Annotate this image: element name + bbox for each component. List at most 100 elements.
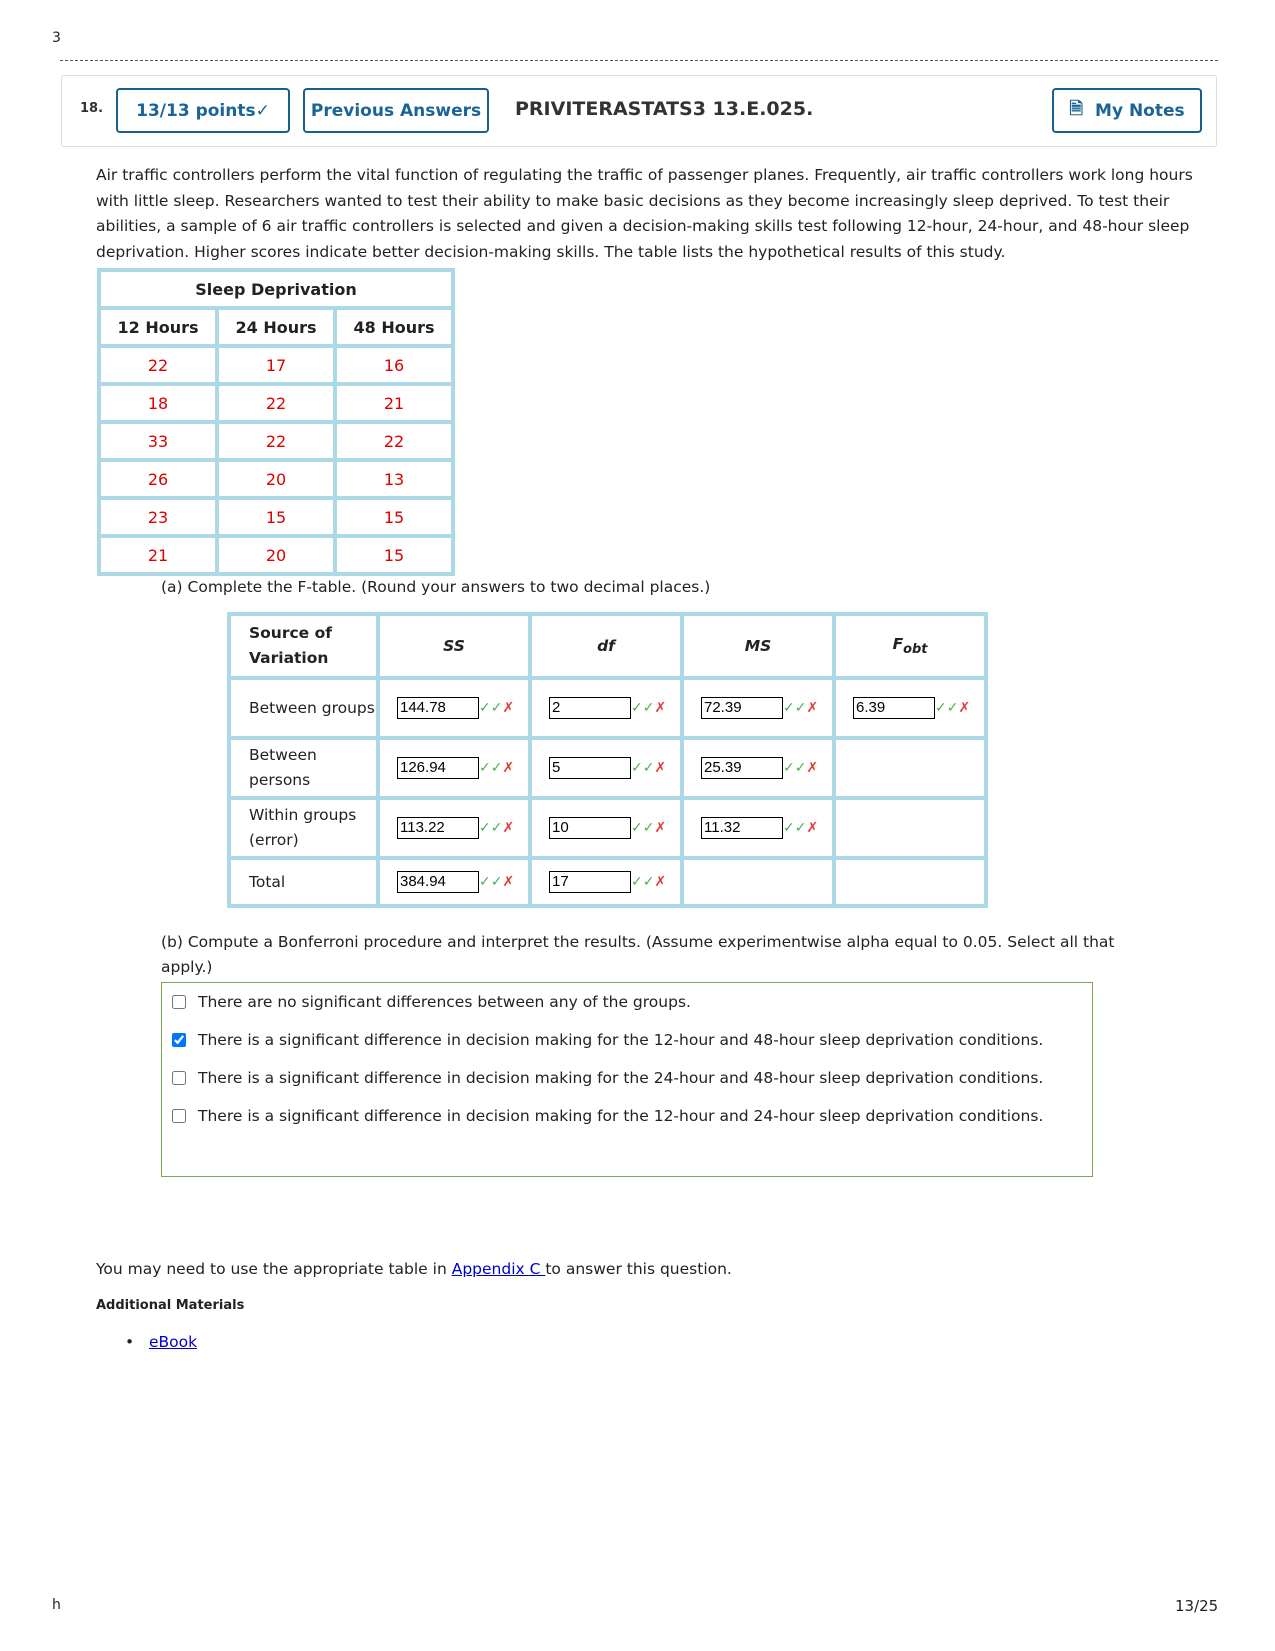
check-icon: ✓✓✗ <box>479 700 515 716</box>
option-label: There is a significant difference in dec… <box>198 1069 1044 1087</box>
f-input[interactable]: 6.39 <box>853 697 935 719</box>
note-text: You may need to use the appropriate tabl… <box>96 1260 452 1278</box>
option[interactable]: There are no significant differences bet… <box>172 993 691 1011</box>
ms-input[interactable]: 11.32 <box>701 817 783 839</box>
option-label: There is a significant difference in dec… <box>198 1107 1044 1125</box>
x-icon: ✗ <box>958 700 971 716</box>
my-notes-button[interactable]: 🗎 My Notes <box>1052 88 1202 133</box>
note-text: to answer this question. <box>545 1260 732 1278</box>
check-icon: ✓✓✗ <box>783 820 819 836</box>
option[interactable]: There is a significant difference in dec… <box>172 1069 1043 1087</box>
question-number: 18. <box>80 101 104 116</box>
option-checkbox[interactable] <box>172 1109 186 1123</box>
column-header: 24 Hours <box>219 310 333 344</box>
points-button[interactable]: 13/13 points ✓ <box>116 88 290 133</box>
ss-input[interactable]: 126.94 <box>397 757 479 779</box>
check-icon: ✓✓✗ <box>783 700 819 716</box>
table-title: Sleep Deprivation <box>101 272 451 306</box>
cell: 17 <box>219 348 333 382</box>
x-icon: ✗ <box>502 874 515 890</box>
option-label: There are no significant differences bet… <box>198 993 691 1011</box>
points-label: 13/13 points <box>136 100 256 121</box>
cell: 21 <box>101 538 215 572</box>
check-icon: ✓✓✗ <box>479 820 515 836</box>
option-checkbox[interactable] <box>172 1033 186 1047</box>
empty-cell <box>836 860 984 904</box>
check-icon: ✓✓✗ <box>631 760 667 776</box>
header-f: Fobt <box>836 616 984 676</box>
df-input[interactable]: 5 <box>549 757 631 779</box>
source-cell: Between persons <box>231 740 376 796</box>
x-icon: ✗ <box>502 820 515 836</box>
header-ss: SS <box>380 616 528 676</box>
header-ms: MS <box>684 616 832 676</box>
cell: 18 <box>101 386 215 420</box>
empty-cell <box>836 740 984 796</box>
option[interactable]: There is a significant difference in dec… <box>172 1107 1043 1125</box>
x-icon: ✗ <box>806 760 819 776</box>
previous-answers-button[interactable]: Previous Answers <box>303 88 489 133</box>
table-row: 23 15 15 <box>101 500 451 534</box>
table-row: Between groups 144.78 ✓✓✗ 2 ✓✓✗ 72.39 ✓✓✗ 6.39 ✓… <box>231 680 984 736</box>
df-input[interactable]: 10 <box>549 817 631 839</box>
cell: 22 <box>219 424 333 458</box>
cell: 15 <box>219 500 333 534</box>
part-a-prompt: (a) Complete the F-table. (Round your an… <box>161 578 711 596</box>
x-icon: ✗ <box>806 820 819 836</box>
check-icon: ✓✓✗ <box>935 700 971 716</box>
check-icon: ✓✓✗ <box>631 874 667 890</box>
cell: 13 <box>337 462 451 496</box>
check-icon: ✓✓✗ <box>631 700 667 716</box>
table-row: Total 384.94 ✓✓✗ 17 ✓✓✗ <box>231 860 984 904</box>
cell: 22 <box>101 348 215 382</box>
table-row: 26 20 13 <box>101 462 451 496</box>
f-table: Source of Variation SS df MS Fobt Betwee… <box>227 612 988 908</box>
option-checkbox[interactable] <box>172 995 186 1009</box>
ss-input[interactable]: 144.78 <box>397 697 479 719</box>
x-icon: ✗ <box>806 700 819 716</box>
page-marker: 3 <box>52 30 61 46</box>
check-icon: ✓ <box>255 100 270 121</box>
cell: 15 <box>337 538 451 572</box>
ms-input[interactable]: 72.39 <box>701 697 783 719</box>
table-row: 33 22 22 <box>101 424 451 458</box>
option[interactable]: There is a significant difference in dec… <box>172 1031 1043 1049</box>
cell: 21 <box>337 386 451 420</box>
ss-input[interactable]: 113.22 <box>397 817 479 839</box>
ss-input[interactable]: 384.94 <box>397 871 479 893</box>
source-cell: Within groups (error) <box>231 800 376 856</box>
cell: 15 <box>337 500 451 534</box>
source-cell: Between groups <box>231 680 376 736</box>
df-input[interactable]: 17 <box>549 871 631 893</box>
my-notes-label: My Notes <box>1095 100 1185 121</box>
x-icon: ✗ <box>654 820 667 836</box>
f-subscript: obt <box>903 642 928 658</box>
cell: 33 <box>101 424 215 458</box>
problem-id: PRIVITERASTATS3 13.E.025. <box>515 98 814 120</box>
ms-input[interactable]: 25.39 <box>701 757 783 779</box>
df-input[interactable]: 2 <box>549 697 631 719</box>
table-row: 22 17 16 <box>101 348 451 382</box>
divider <box>60 60 1218 61</box>
check-icon: ✓✓✗ <box>479 760 515 776</box>
table-row: Within groups (error) 113.22 ✓✓✗ 10 ✓✓✗ 11.32… <box>231 800 984 856</box>
appendix-c-link[interactable]: Appendix C <box>452 1260 546 1278</box>
ebook-link[interactable]: eBook <box>149 1333 197 1351</box>
header-source: Source of Variation <box>231 616 376 676</box>
check-icon: ✓✓✗ <box>479 874 515 890</box>
header-df: df <box>532 616 680 676</box>
check-icon: ✓✓✗ <box>631 820 667 836</box>
document-icon: 🗎 <box>1069 99 1084 119</box>
additional-materials-heading: Additional Materials <box>96 1298 245 1313</box>
cell: 20 <box>219 462 333 496</box>
appendix-note: You may need to use the appropriate tabl… <box>96 1260 732 1278</box>
empty-cell <box>684 860 832 904</box>
page-footer-left: h <box>52 1597 61 1613</box>
option-checkbox[interactable] <box>172 1071 186 1085</box>
page-number: 13/25 <box>1175 1597 1219 1615</box>
cell: 20 <box>219 538 333 572</box>
x-icon: ✗ <box>502 760 515 776</box>
ebook-item: • eBook <box>125 1333 198 1351</box>
source-cell: Total <box>231 860 376 904</box>
check-icon: ✓✓✗ <box>783 760 819 776</box>
